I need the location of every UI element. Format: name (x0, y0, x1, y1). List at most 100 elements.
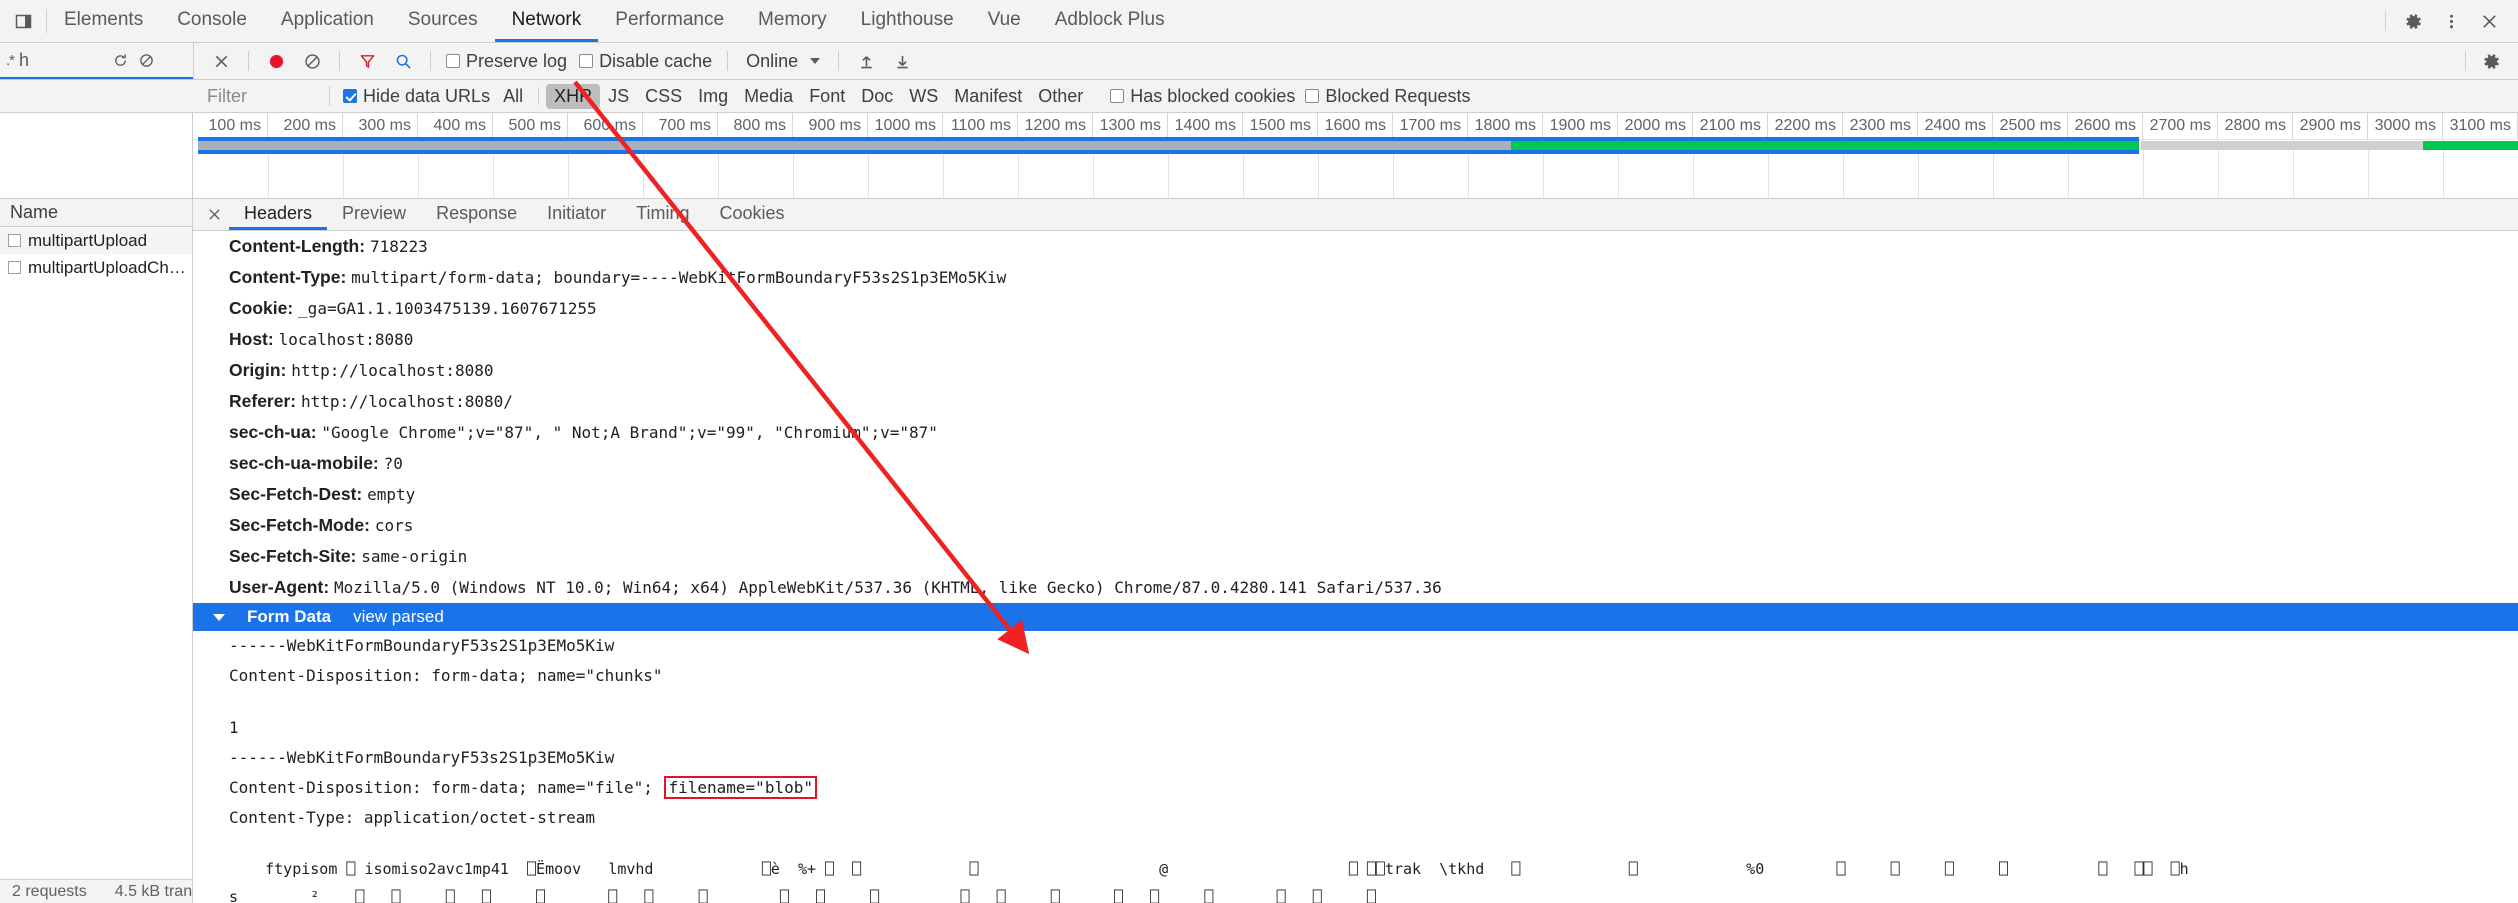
hide-data-urls-label: Hide data URLs (363, 85, 491, 106)
timeline-tick: 2800 ms (2218, 113, 2293, 139)
tab-performance[interactable]: Performance (598, 0, 741, 42)
throttling-select[interactable]: Online (738, 51, 828, 72)
tab-vue[interactable]: Vue (971, 0, 1038, 42)
timeline-tick: 2100 ms (1693, 113, 1768, 139)
type-filter-img[interactable]: Img (690, 84, 736, 109)
header-value: multipart/form-data; boundary=----WebKit… (351, 268, 1007, 287)
header-value: same-origin (361, 547, 468, 566)
tab-elements[interactable]: Elements (47, 0, 160, 42)
blocked-requests-checkbox[interactable]: Blocked Requests (1300, 86, 1475, 107)
table-row[interactable]: multipartUploadCheck?userId=9&tenantId=5… (0, 254, 192, 281)
search-icon[interactable] (386, 44, 420, 78)
disable-cache-checkbox[interactable]: Disable cache (574, 51, 717, 72)
has-blocked-cookies-checkbox[interactable]: Has blocked cookies (1105, 86, 1300, 107)
view-parsed-link[interactable]: view parsed (353, 607, 444, 627)
form-data-section-header[interactable]: Form Data view parsed (193, 603, 2518, 631)
timeline-tick: 300 ms (343, 113, 418, 139)
timeline-tick: 1400 ms (1168, 113, 1243, 139)
dock-position-icon[interactable] (0, 0, 46, 42)
record-icon[interactable] (259, 44, 293, 78)
type-filter-ws[interactable]: WS (901, 84, 946, 109)
header-row: Host: localhost:8080 (193, 324, 2518, 355)
type-filter-all[interactable]: All (495, 84, 531, 109)
tab-cookies[interactable]: Cookies (705, 199, 800, 230)
checkbox-box (343, 89, 357, 103)
request-list: multipartUpload multipartUploadCheck?use… (0, 227, 192, 879)
filter-input[interactable] (203, 83, 321, 109)
header-key: User-Agent: (229, 577, 335, 597)
document-icon (8, 261, 21, 274)
close-search-icon[interactable] (204, 44, 238, 78)
more-vertical-icon[interactable] (2434, 4, 2468, 38)
tab-application[interactable]: Application (264, 0, 391, 42)
clear-network-log-icon[interactable] (295, 44, 329, 78)
refresh-icon[interactable] (107, 47, 133, 73)
clear-icon[interactable] (133, 47, 159, 73)
tab-headers[interactable]: Headers (229, 199, 328, 230)
tab-console[interactable]: Console (160, 0, 264, 42)
filter-icon[interactable] (350, 44, 384, 78)
tab-lighthouse[interactable]: Lighthouse (844, 0, 971, 42)
form-data-line: Content-Disposition: form-data; name="ch… (229, 666, 663, 685)
overview-timeline[interactable]: 100 ms 200 ms 300 ms 400 ms 500 ms 600 ms 700 … (193, 113, 2518, 198)
tab-adblock-plus[interactable]: Adblock Plus (1038, 0, 1182, 42)
toolbar-divider (430, 51, 431, 71)
timeline-tick: 2900 ms (2293, 113, 2368, 139)
main-tabbar-actions (2385, 0, 2518, 42)
gear-icon[interactable] (2396, 4, 2430, 38)
timeline-tick: 1600 ms (1318, 113, 1393, 139)
tab-response[interactable]: Response (421, 199, 532, 230)
header-value: cors (374, 516, 414, 535)
type-filter-font[interactable]: Font (801, 84, 853, 109)
header-value: Mozilla/5.0 (Windows NT 10.0; Win64; x64… (334, 578, 1442, 597)
chip-divider (538, 87, 540, 105)
request-column-header[interactable]: Name (0, 199, 192, 227)
toolbar-divider (727, 51, 729, 71)
preserve-log-checkbox[interactable]: Preserve log (441, 51, 572, 72)
detail-tab-bar: Headers Preview Response Initiator Timin… (193, 199, 2518, 231)
type-filter-css[interactable]: CSS (637, 84, 690, 109)
type-filter-manifest[interactable]: Manifest (946, 84, 1030, 109)
search-input[interactable] (17, 49, 108, 71)
form-data-lines: ------WebKitFormBoundaryF53s2S1p3EMo5Kiw… (193, 631, 2518, 773)
timeline-tick: 3000 ms (2368, 113, 2443, 139)
type-filter-media[interactable]: Media (736, 84, 801, 109)
status-requests: 2 requests (12, 882, 87, 900)
header-row: Referer: http://localhost:8080/ (193, 386, 2518, 417)
main-tab-bar: Elements Console Application Sources Net… (0, 0, 2518, 43)
tab-sources[interactable]: Sources (391, 0, 495, 42)
document-icon (8, 234, 21, 247)
regex-icon[interactable]: .* (2, 52, 17, 69)
tab-memory[interactable]: Memory (741, 0, 844, 42)
header-key: Cookie: (229, 298, 299, 318)
timeline-tick: 1800 ms (1468, 113, 1543, 139)
header-row: User-Agent: Mozilla/5.0 (Windows NT 10.0… (193, 572, 2518, 603)
tab-network[interactable]: Network (494, 0, 599, 42)
type-filter-other[interactable]: Other (1030, 84, 1091, 109)
timeline-tick: 600 ms (568, 113, 643, 139)
tab-label: Elements (64, 8, 144, 30)
type-filter-doc[interactable]: Doc (853, 84, 901, 109)
close-icon[interactable] (2472, 4, 2506, 38)
type-filter-js[interactable]: JS (600, 84, 637, 109)
timeline-tick: 1300 ms (1093, 113, 1168, 139)
header-row: Sec-Fetch-Site: same-origin (193, 541, 2518, 572)
binary-line: s ² ⎕ ⎕ ⎕ ⎕ ⎕ ⎕ ⎕ ⎕ ⎕ ⎕ ⎕ ⎕ ⎕ ⎕ ⎕ ⎕ ⎕ ⎕ … (229, 888, 1376, 903)
timeline-tick: 1900 ms (1543, 113, 1618, 139)
tab-preview[interactable]: Preview (327, 199, 421, 230)
gear-icon[interactable] (2474, 44, 2508, 78)
chevron-down-icon (810, 58, 821, 64)
close-icon[interactable] (199, 199, 229, 230)
import-har-icon[interactable] (849, 44, 883, 78)
export-har-icon[interactable] (885, 44, 919, 78)
header-value: empty (367, 485, 416, 504)
header-value: http://localhost:8080/ (300, 392, 513, 411)
hide-data-urls-checkbox[interactable]: Hide data URLs (338, 86, 495, 107)
table-row[interactable]: multipartUpload (0, 227, 192, 254)
header-row: sec-ch-ua: "Google Chrome";v="87", " Not… (193, 417, 2518, 448)
tab-initiator[interactable]: Initiator (532, 199, 621, 230)
tab-timing[interactable]: Timing (621, 199, 704, 230)
type-filter-xhr[interactable]: XHR (546, 83, 601, 109)
filename-highlight: filename="blob" (664, 776, 817, 799)
timeline-tick: 1200 ms (1018, 113, 1093, 139)
